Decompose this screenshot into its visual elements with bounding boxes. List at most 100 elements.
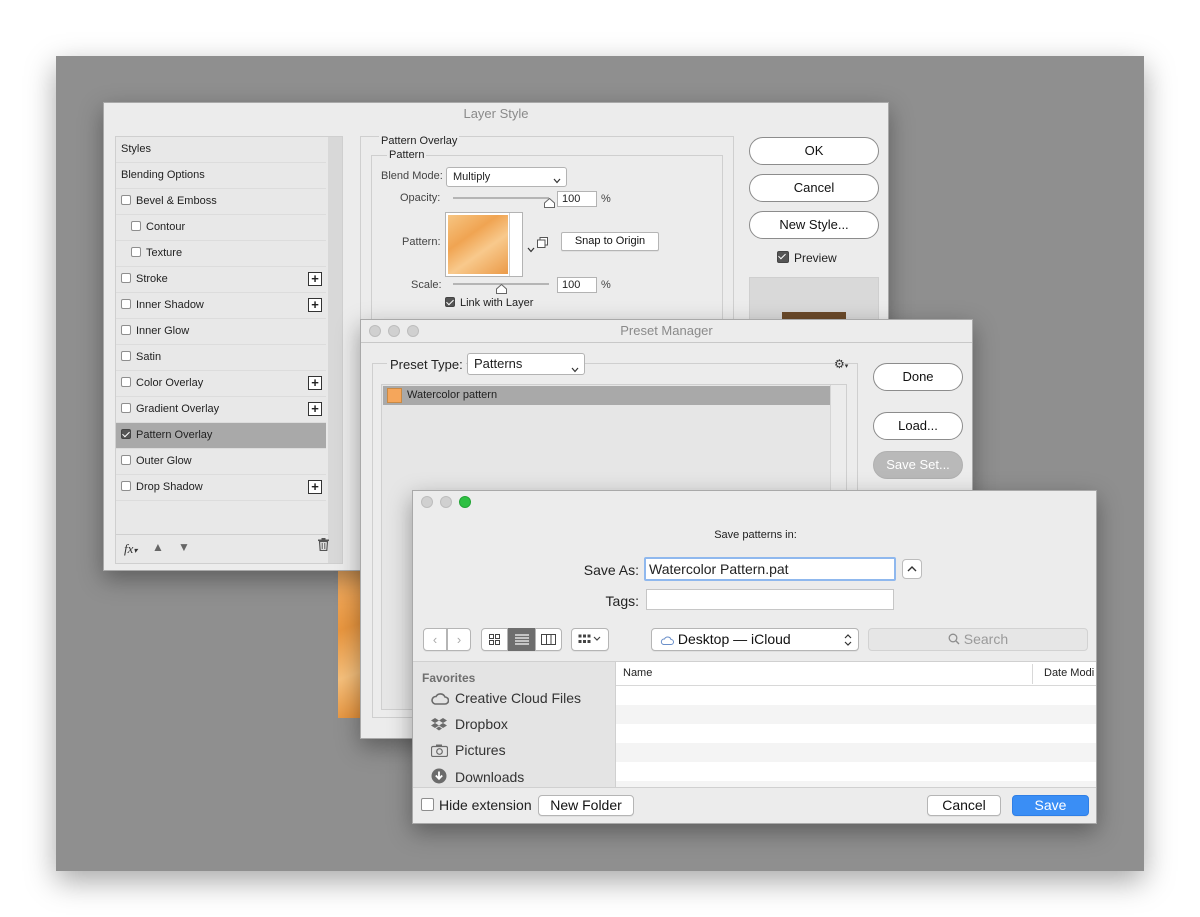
- preview-checkbox[interactable]: Preview: [777, 251, 837, 265]
- trash-icon[interactable]: [318, 538, 329, 552]
- opacity-input[interactable]: 100: [557, 191, 597, 207]
- list-view-button[interactable]: [508, 628, 535, 651]
- add-style-icon[interactable]: +: [308, 480, 322, 494]
- favorite-creative-cloud-files[interactable]: Creative Cloud Files: [431, 690, 581, 707]
- scale-input[interactable]: 100: [557, 277, 597, 293]
- gear-icon[interactable]: ⚙▾: [834, 357, 848, 371]
- favorite-dropbox[interactable]: Dropbox: [431, 716, 508, 732]
- add-style-icon[interactable]: +: [308, 298, 322, 312]
- tags-label: Tags:: [605, 593, 639, 609]
- group-by-button[interactable]: [571, 628, 609, 651]
- snap-to-origin-button[interactable]: Snap to Origin: [561, 232, 659, 251]
- style-row-bevel-emboss[interactable]: Bevel & Emboss: [116, 189, 326, 215]
- preset-type-value: Patterns: [474, 356, 523, 371]
- fx-menu-button[interactable]: fx▾: [124, 541, 137, 557]
- style-label: Contour: [146, 221, 186, 233]
- style-checkbox[interactable]: [121, 299, 131, 309]
- add-style-icon[interactable]: +: [308, 376, 322, 390]
- style-checkbox[interactable]: [121, 195, 131, 205]
- done-button[interactable]: Done: [873, 363, 963, 391]
- link-with-layer-checkbox[interactable]: Link with Layer: [445, 297, 533, 309]
- style-row-satin[interactable]: Satin: [116, 345, 326, 371]
- icon-view-button[interactable]: [481, 628, 508, 651]
- scale-slider-thumb[interactable]: [496, 281, 507, 294]
- back-button[interactable]: ‹: [423, 628, 447, 651]
- style-label: Color Overlay: [136, 377, 204, 389]
- close-window-button[interactable]: [421, 496, 433, 508]
- forward-button[interactable]: ›: [447, 628, 471, 651]
- expand-dialog-button[interactable]: [902, 559, 922, 579]
- minimize-window-button[interactable]: [388, 325, 400, 337]
- new-style-button[interactable]: New Style...: [749, 211, 879, 239]
- cancel-save-button[interactable]: Cancel: [927, 795, 1001, 816]
- style-checkbox[interactable]: [121, 429, 131, 439]
- zoom-window-button[interactable]: [459, 496, 471, 508]
- style-row-outer-glow[interactable]: Outer Glow: [116, 449, 326, 475]
- search-field[interactable]: Search: [868, 628, 1088, 651]
- minimize-window-button[interactable]: [440, 496, 452, 508]
- style-checkbox[interactable]: [121, 403, 131, 413]
- style-row-gradient-overlay[interactable]: Gradient Overlay +: [116, 397, 326, 423]
- close-window-button[interactable]: [369, 325, 381, 337]
- pattern-swatch: [448, 215, 508, 274]
- opacity-slider-thumb[interactable]: [544, 195, 555, 208]
- ok-button[interactable]: OK: [749, 137, 879, 165]
- link-checkbox-box[interactable]: [445, 297, 455, 307]
- favorite-pictures[interactable]: Pictures: [430, 742, 506, 758]
- style-row-inner-shadow[interactable]: Inner Shadow +: [116, 293, 326, 319]
- style-checkbox[interactable]: [121, 481, 131, 491]
- save-button[interactable]: Save: [1012, 795, 1089, 816]
- add-style-icon[interactable]: +: [308, 272, 322, 286]
- pattern-picker[interactable]: [445, 212, 523, 277]
- style-row-blending-options[interactable]: Blending Options: [116, 163, 326, 189]
- cancel-button[interactable]: Cancel: [749, 174, 879, 202]
- location-select[interactable]: Desktop — iCloud: [651, 628, 859, 651]
- preset-item[interactable]: Watercolor pattern: [383, 386, 830, 405]
- chevron-down-icon[interactable]: [527, 240, 535, 258]
- column-header-name[interactable]: Name: [623, 667, 652, 679]
- column-view-button[interactable]: [535, 628, 562, 651]
- zoom-window-button[interactable]: [407, 325, 419, 337]
- style-label: Gradient Overlay: [136, 403, 220, 415]
- pattern-label: Pattern:: [402, 236, 441, 248]
- tags-input[interactable]: [646, 589, 894, 610]
- style-row-styles[interactable]: Styles: [116, 137, 326, 163]
- styles-scrollbar[interactable]: [328, 137, 342, 563]
- style-checkbox[interactable]: [131, 247, 141, 257]
- style-checkbox[interactable]: [121, 377, 131, 387]
- style-checkbox[interactable]: [131, 221, 141, 231]
- style-label: Styles: [121, 143, 151, 155]
- save-as-input[interactable]: Watercolor Pattern.pat: [644, 557, 896, 581]
- style-row-inner-glow[interactable]: Inner Glow: [116, 319, 326, 345]
- style-row-contour[interactable]: Contour: [116, 215, 326, 241]
- hide-extension-checkbox[interactable]: Hide extension: [421, 797, 532, 813]
- move-up-icon[interactable]: ▲: [152, 540, 164, 554]
- column-header-date[interactable]: Date Modi: [1044, 667, 1094, 679]
- dropbox-icon: [431, 717, 447, 731]
- hide-extension-box[interactable]: [421, 798, 434, 811]
- load-button[interactable]: Load...: [873, 412, 963, 440]
- add-style-icon[interactable]: +: [308, 402, 322, 416]
- style-row-stroke[interactable]: Stroke +: [116, 267, 326, 293]
- preset-type-select[interactable]: Patterns: [467, 353, 585, 375]
- style-checkbox[interactable]: [121, 351, 131, 361]
- list-icon: [514, 633, 529, 648]
- opacity-slider-track[interactable]: [453, 197, 555, 208]
- new-folder-button[interactable]: New Folder: [538, 795, 634, 816]
- style-row-drop-shadow[interactable]: Drop Shadow +: [116, 475, 326, 501]
- blend-mode-select[interactable]: Multiply: [446, 167, 567, 187]
- new-preset-icon[interactable]: [537, 235, 548, 253]
- favorite-downloads[interactable]: Downloads: [431, 768, 524, 785]
- style-row-pattern-overlay[interactable]: Pattern Overlay: [116, 423, 326, 449]
- move-down-icon[interactable]: ▼: [178, 540, 190, 554]
- preview-checkbox-box[interactable]: [777, 251, 789, 263]
- style-row-color-overlay[interactable]: Color Overlay +: [116, 371, 326, 397]
- style-checkbox[interactable]: [121, 325, 131, 335]
- group-grid-icon: [578, 633, 602, 648]
- style-label: Satin: [136, 351, 162, 363]
- save-set-button[interactable]: Save Set...: [873, 451, 963, 479]
- style-checkbox[interactable]: [121, 273, 131, 283]
- style-checkbox[interactable]: [121, 455, 131, 465]
- style-row-texture[interactable]: Texture: [116, 241, 326, 267]
- scale-slider-track[interactable]: [453, 283, 549, 294]
